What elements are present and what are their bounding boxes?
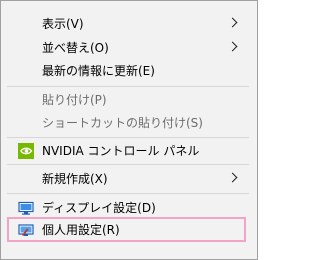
chevron-right-icon [227, 41, 238, 52]
menu-item-label: 貼り付け(P) [42, 93, 107, 107]
menu-separator [7, 86, 249, 87]
menu-item-view[interactable]: 表示(V) [1, 13, 257, 35]
menu-separator [7, 164, 249, 165]
menu-item-label: 新規作成(X) [42, 172, 108, 186]
desktop-context-menu: 表示(V) 並べ替え(O) 最新の情報に更新(E) 貼り付け(P) ショートカッ… [0, 0, 258, 260]
menu-item-label: ディスプレイ設定(D) [42, 201, 156, 215]
display-settings-icon [18, 200, 34, 216]
menu-item-sort-by[interactable]: 並べ替え(O) [1, 37, 257, 59]
selection-highlight [7, 217, 246, 242]
chevron-right-icon [227, 172, 238, 183]
menu-item-label: NVIDIA コントロール パネル [42, 144, 200, 158]
menu-separator [7, 193, 249, 194]
menu-item-label: 最新の情報に更新(E) [42, 64, 155, 78]
menu-item-paste: 貼り付け(P) [1, 89, 257, 111]
menu-item-refresh[interactable]: 最新の情報に更新(E) [1, 60, 257, 82]
menu-separator [7, 137, 249, 138]
menu-item-display-settings[interactable]: ディスプレイ設定(D) [1, 197, 257, 219]
nvidia-icon [18, 143, 34, 159]
menu-item-paste-shortcut: ショートカットの貼り付け(S) [1, 112, 257, 134]
menu-item-label: 並べ替え(O) [42, 41, 109, 55]
menu-item-nvidia-control-panel[interactable]: NVIDIA コントロール パネル [1, 140, 257, 162]
chevron-right-icon [227, 17, 238, 28]
menu-item-label: 表示(V) [42, 17, 84, 31]
menu-item-label: ショートカットの貼り付け(S) [42, 116, 203, 130]
menu-item-new[interactable]: 新規作成(X) [1, 168, 257, 190]
